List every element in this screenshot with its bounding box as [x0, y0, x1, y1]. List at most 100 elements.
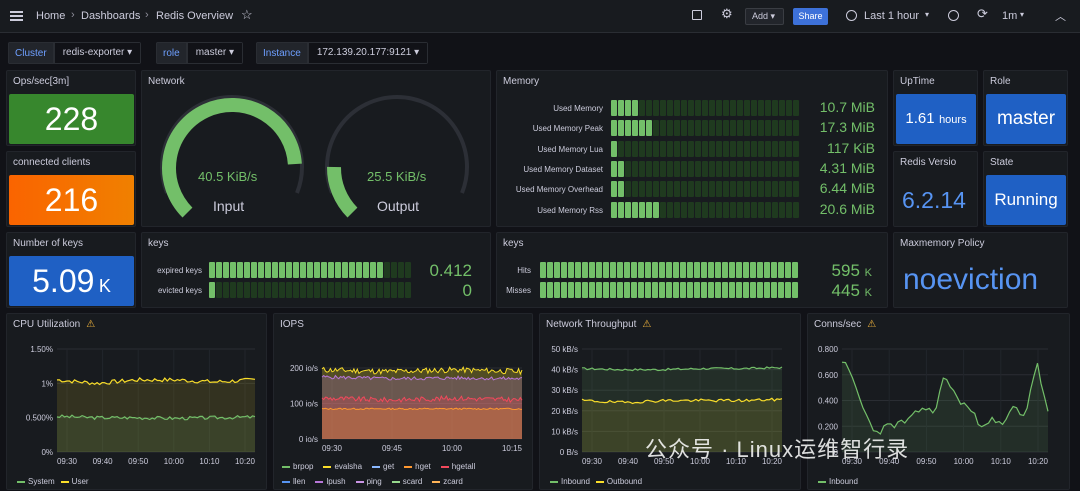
- bar-label: Misses: [506, 286, 531, 295]
- filter-instance[interactable]: Instance 172.139.20.177:9121 ▾: [256, 42, 429, 64]
- iops-legend: brpop evalsha get hget hgetall llen lpush ping s…: [282, 459, 532, 489]
- chevron-down-icon[interactable]: ▾: [925, 10, 929, 19]
- state-panel[interactable]: State Running: [983, 151, 1068, 227]
- bar-cell: [723, 140, 729, 157]
- filter-cluster[interactable]: Cluster redis-exporter ▾: [8, 42, 142, 64]
- legend-hgetall[interactable]: hgetall: [440, 459, 475, 474]
- settings-icon[interactable]: ⚙: [721, 6, 733, 22]
- version-panel[interactable]: Redis Versio 6.2.14: [893, 151, 978, 227]
- ops-panel[interactable]: Ops/sec[3m] 228: [6, 70, 136, 146]
- legend-inbound[interactable]: Inbound: [818, 477, 858, 486]
- legend-outbound[interactable]: Outbound: [595, 477, 642, 486]
- menu-icon[interactable]: [10, 11, 23, 21]
- uptime-unit: hours: [939, 114, 967, 126]
- bar-cell: [652, 282, 658, 298]
- x-tick: 09:40: [618, 457, 639, 466]
- role-panel[interactable]: Role master: [983, 70, 1068, 146]
- collapse-icon[interactable]: ︿: [1055, 8, 1066, 24]
- output-label: Output: [377, 198, 420, 214]
- bar-gauge: [611, 160, 799, 177]
- bar-value: 20.6 MiB: [819, 200, 875, 217]
- iops-panel[interactable]: IOPS 200 io/s 100 io/s 0 io/s 09:30 09:45 10:…: [273, 313, 533, 490]
- breadcrumb-home[interactable]: Home: [36, 10, 65, 22]
- bar-cell: [757, 262, 763, 278]
- filter-role[interactable]: role master ▾: [156, 42, 244, 64]
- bar-cell: [771, 282, 777, 298]
- legend-scard[interactable]: scard: [391, 474, 422, 489]
- legend-zcard[interactable]: zcard: [432, 474, 463, 489]
- cpu-panel[interactable]: CPU Utilization ⚠ 1.50% 1% 0.500% 0% 09:30 09:…: [6, 313, 267, 490]
- legend-get[interactable]: get: [372, 459, 394, 474]
- bar-cell: [293, 282, 299, 298]
- legend-lpush[interactable]: lpush: [315, 474, 346, 489]
- bar-cell: [695, 100, 701, 116]
- y-tick: 0.400: [818, 397, 839, 406]
- filter-value[interactable]: 172.139.20.177:9121 ▾: [307, 42, 429, 64]
- bar-cell: [764, 262, 770, 278]
- bar-cell: [356, 262, 362, 278]
- bar-cell: [603, 282, 609, 298]
- bar-cell: [681, 140, 687, 157]
- legend-inbound[interactable]: Inbound: [550, 477, 590, 486]
- legend-llen[interactable]: llen: [282, 474, 305, 489]
- clock-icon[interactable]: [846, 10, 857, 21]
- filter-value[interactable]: master ▾: [186, 42, 244, 64]
- bar-cell: [758, 100, 764, 116]
- bar-label: Used Memory Overhead: [515, 185, 603, 195]
- bar-cell: [688, 201, 694, 218]
- keys-expiry-panel[interactable]: keys expired keys 0.412 evicted keys 0: [141, 232, 491, 308]
- bar-cell: [758, 201, 764, 218]
- uptime-panel[interactable]: UpTime 1.61 hours: [893, 70, 978, 146]
- maxmemory-panel[interactable]: Maxmemory Policy noeviction: [893, 232, 1068, 308]
- keys-count-panel[interactable]: Number of keys 5.09 K: [6, 232, 136, 308]
- bar-row: Used Memory Peak 17.3 MiB: [497, 119, 887, 137]
- bar-cell: [370, 282, 376, 298]
- output-gauge-fill: [327, 166, 358, 218]
- keys-hits-panel[interactable]: keys Hits 595 K Misses 445 K: [496, 232, 888, 308]
- refresh-icon[interactable]: ⟳: [977, 6, 988, 22]
- bar-cell: [695, 140, 701, 157]
- network-panel[interactable]: Network 40.5 KiB/s Input 25.5 KiB/s Outp…: [141, 70, 491, 227]
- bar-cell: [786, 120, 792, 137]
- bar-cell: [618, 140, 624, 157]
- refresh-interval[interactable]: 1m: [1002, 10, 1017, 22]
- bar-cell: [660, 201, 666, 218]
- legend-user[interactable]: User: [60, 477, 89, 486]
- share-button[interactable]: Share: [793, 8, 828, 25]
- bar-cell: [716, 181, 722, 198]
- bar-cell: [674, 160, 680, 177]
- legend-brpop[interactable]: brpop: [282, 459, 313, 474]
- bar-cell: [216, 262, 222, 278]
- y-tick: 0.600: [818, 371, 839, 380]
- add-button[interactable]: Add ▾: [745, 8, 784, 25]
- role-value: master: [996, 108, 1056, 129]
- bar-cell: [646, 140, 652, 157]
- bar-cell: [575, 282, 581, 298]
- legend-evalsha[interactable]: evalsha: [323, 459, 362, 474]
- star-icon[interactable]: ☆: [241, 7, 253, 23]
- filter-value[interactable]: redis-exporter ▾: [53, 42, 142, 64]
- uptime-stat: 1.61 hours: [896, 94, 976, 144]
- legend-system[interactable]: System: [17, 477, 55, 486]
- bar-cell: [667, 140, 673, 157]
- top-bar: Home › Dashboards › Redis Overview ☆ ⚙ A…: [0, 0, 1080, 33]
- page-title: Redis Overview: [156, 10, 234, 22]
- bar-cell: [744, 120, 750, 137]
- bar-cell: [659, 262, 665, 278]
- bar-cell: [632, 160, 638, 177]
- zoom-out-icon[interactable]: [948, 10, 959, 21]
- bar-gauge: [611, 181, 799, 198]
- chevron-down-icon[interactable]: ▾: [1020, 10, 1024, 19]
- bar-cell: [681, 201, 687, 218]
- breadcrumb-dashboards[interactable]: Dashboards: [81, 10, 140, 22]
- bar-cell: [286, 282, 292, 298]
- time-range-picker[interactable]: Last 1 hour: [864, 10, 919, 22]
- bar-cell: [688, 140, 694, 157]
- legend-hget[interactable]: hget: [404, 459, 431, 474]
- save-icon[interactable]: [692, 10, 702, 20]
- clients-panel[interactable]: connected clients 216: [6, 151, 136, 227]
- legend-ping[interactable]: ping: [355, 474, 382, 489]
- memory-panel[interactable]: Memory Used Memory 10.7 MiB Used Memory Pe…: [496, 70, 888, 227]
- y-tick: 0.200: [818, 422, 839, 431]
- bar-row: expired keys 0.412: [142, 261, 490, 280]
